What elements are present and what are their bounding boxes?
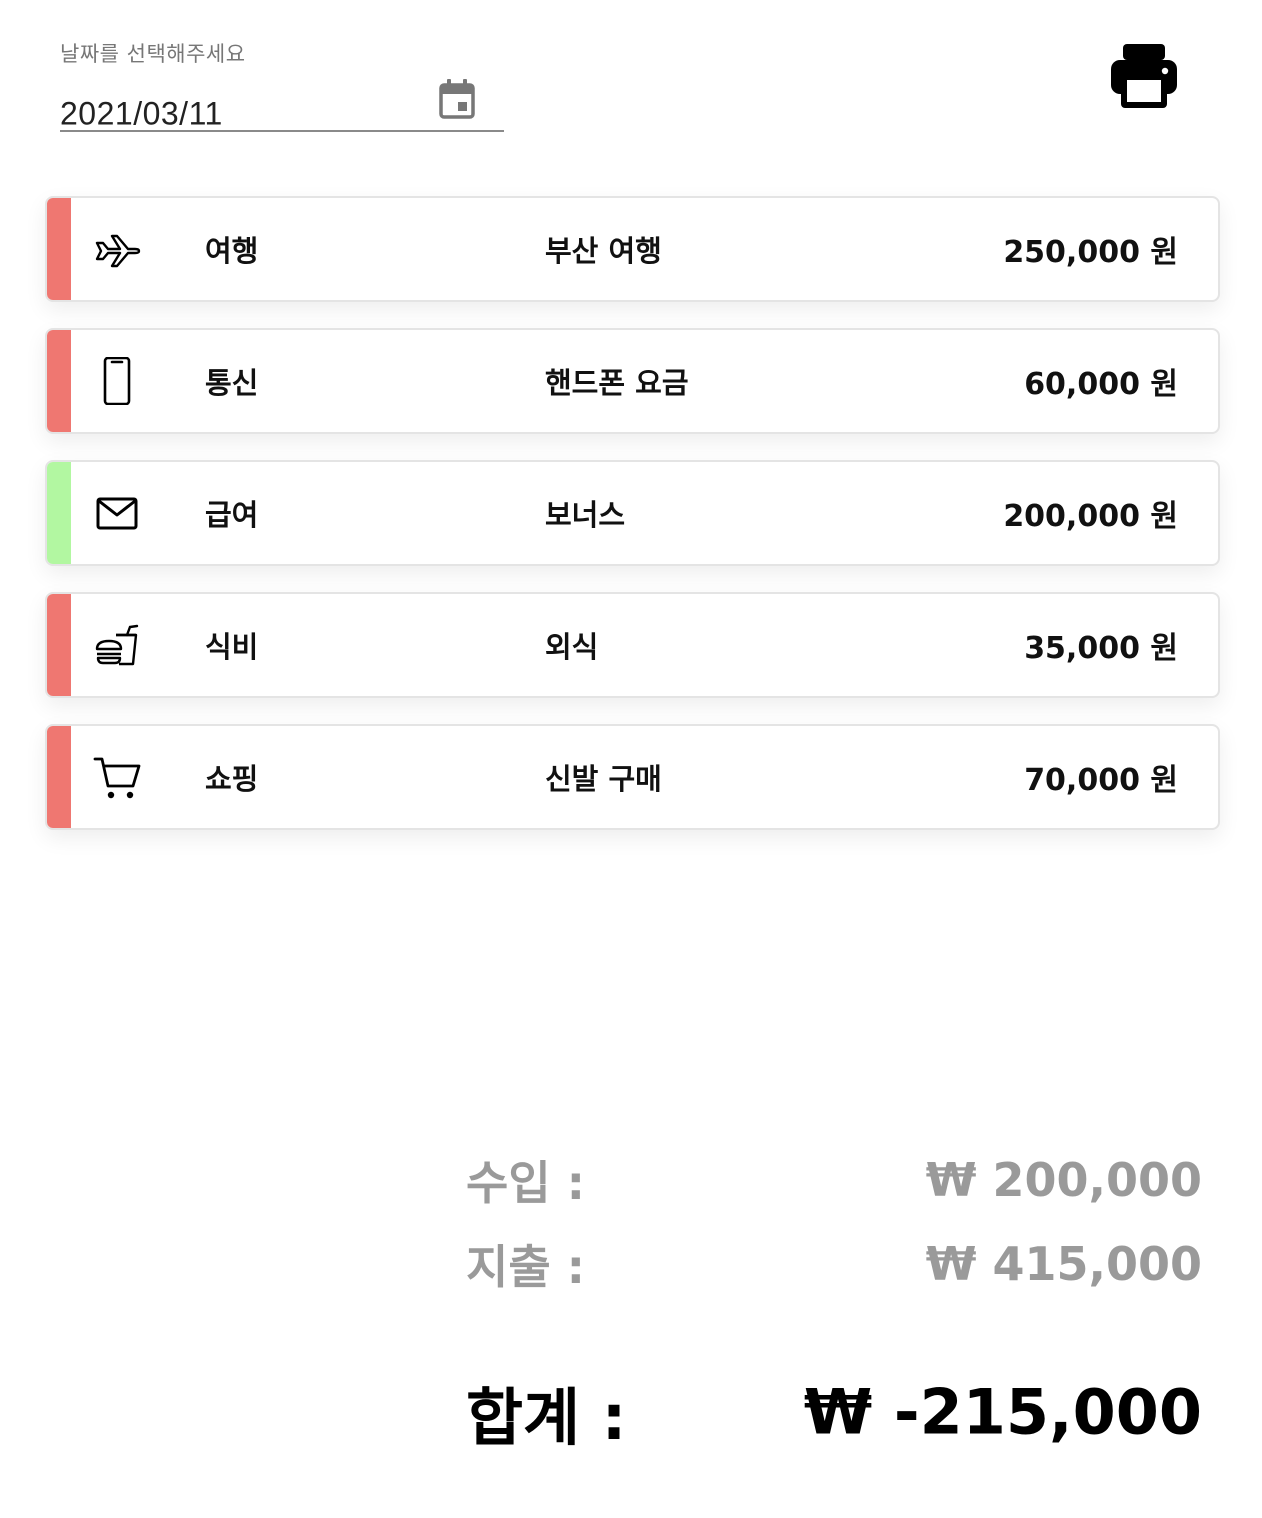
expense-label: 지출 :	[466, 1240, 586, 1294]
calendar-icon[interactable]	[438, 78, 476, 120]
transaction-amount: 70,000 원	[1024, 763, 1178, 798]
print-icon[interactable]	[1110, 42, 1178, 110]
transaction-category: 쇼핑	[205, 762, 259, 796]
date-picker-label: 날짜를 선택해주세요	[60, 42, 246, 66]
transaction-memo: 부산 여행	[545, 234, 662, 268]
date-picker-field[interactable]: 날짜를 선택해주세요 2021/03/11	[60, 34, 504, 132]
transaction-row[interactable]: 쇼핑 신발 구매 70,000 원	[45, 724, 1220, 830]
transaction-memo: 보너스	[545, 498, 626, 532]
date-picker-underline	[60, 130, 504, 132]
expense-indicator	[47, 330, 71, 432]
transaction-row[interactable]: 급여 보너스 200,000 원	[45, 460, 1220, 566]
transaction-category: 식비	[205, 630, 259, 664]
total-value: ₩ -215,000	[803, 1375, 1202, 1449]
fastfood-icon	[93, 621, 141, 669]
transaction-list: 여행 부산 여행 250,000 원통신 핸드폰 요금 60,000 원급여 보너스 200…	[45, 196, 1220, 856]
transaction-memo: 외식	[545, 630, 599, 664]
income-indicator	[47, 462, 71, 564]
transaction-memo: 신발 구매	[545, 762, 662, 796]
mail-icon	[93, 489, 141, 537]
transaction-row[interactable]: 통신 핸드폰 요금 60,000 원	[45, 328, 1220, 434]
airplane-icon	[93, 225, 141, 273]
transaction-amount: 250,000 원	[1003, 235, 1178, 270]
income-label: 수입 :	[466, 1156, 586, 1210]
expense-value: ₩ 415,000	[925, 1237, 1202, 1291]
transaction-amount: 60,000 원	[1024, 367, 1178, 402]
transaction-row[interactable]: 식비 외식 35,000 원	[45, 592, 1220, 698]
income-value: ₩ 200,000	[925, 1153, 1202, 1207]
smartphone-icon	[93, 356, 141, 406]
expense-indicator	[47, 594, 71, 696]
cart-icon	[93, 753, 141, 801]
transaction-amount: 200,000 원	[1003, 499, 1178, 534]
transaction-memo: 핸드폰 요금	[545, 366, 689, 400]
transaction-amount: 35,000 원	[1024, 631, 1178, 666]
transaction-category: 여행	[205, 234, 259, 268]
date-picker-value[interactable]: 2021/03/11	[60, 96, 223, 133]
page: 날짜를 선택해주세요 2021/03/11 여행 부산 여행 250,000 원통신…	[0, 0, 1262, 1518]
total-label: 합계 :	[466, 1381, 627, 1454]
transaction-row[interactable]: 여행 부산 여행 250,000 원	[45, 196, 1220, 302]
expense-indicator	[47, 726, 71, 828]
transaction-category: 급여	[205, 498, 259, 532]
transaction-category: 통신	[205, 366, 259, 400]
expense-indicator	[47, 198, 71, 300]
